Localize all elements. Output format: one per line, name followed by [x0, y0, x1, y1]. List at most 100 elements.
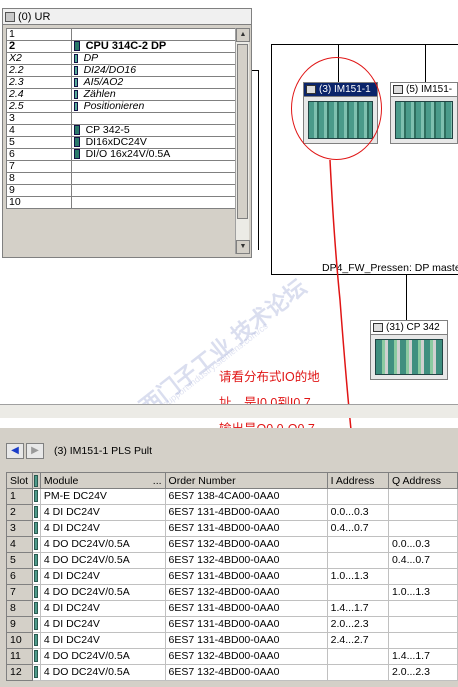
io-i-address[interactable]: 1.4...1.7 — [327, 600, 389, 617]
scroll-down-icon[interactable]: ▼ — [236, 240, 250, 254]
io-module-name[interactable]: 4 DI DC24V — [40, 632, 166, 649]
col-module[interactable]: Module... — [39, 472, 166, 489]
rack-row[interactable]: 1 — [6, 28, 239, 41]
scroll-thumb[interactable] — [237, 44, 248, 219]
io-module-name[interactable]: 4 DI DC24V — [40, 600, 166, 617]
rack-row[interactable]: 10 — [6, 196, 239, 209]
io-q-address[interactable] — [388, 488, 458, 505]
io-order-number[interactable]: 6ES7 131-4BD00-0AA0 — [165, 568, 328, 585]
rack-row[interactable]: 3 — [6, 112, 239, 125]
rack-row[interactable]: 9 — [6, 184, 239, 197]
io-q-address[interactable]: 0.0...0.3 — [388, 536, 458, 553]
io-q-address[interactable] — [388, 504, 458, 521]
io-table-row[interactable]: 11 4 DO DC24V/0.5A 6ES7 132-4BD00-0AA0 1.4.… — [6, 648, 458, 665]
io-i-address[interactable] — [327, 488, 389, 505]
io-q-address[interactable] — [388, 520, 458, 537]
col-slot[interactable]: Slot — [6, 472, 33, 489]
rack-row[interactable]: 5 DI16xDC24V — [6, 136, 239, 149]
rack-module-cell[interactable]: DI16xDC24V — [70, 136, 239, 149]
rack-row[interactable]: 6 DI/O 16x24V/0.5A — [6, 148, 239, 161]
network-hscrollbar[interactable] — [0, 404, 458, 418]
io-i-address[interactable] — [327, 552, 389, 569]
rack-module-cell[interactable]: DI24/DO16 — [70, 64, 239, 77]
rack-module-cell[interactable]: DP — [70, 52, 239, 65]
io-i-address[interactable] — [327, 664, 389, 681]
col-icon[interactable] — [31, 472, 41, 489]
io-order-number[interactable]: 6ES7 131-4BD00-0AA0 — [165, 520, 328, 537]
io-table-row[interactable]: 12 4 DO DC24V/0.5A 6ES7 132-4BD00-0AA0 2.0.… — [6, 664, 458, 681]
rack-module-cell[interactable] — [70, 184, 239, 197]
rack-module-cell[interactable]: CP 342-5 — [70, 124, 239, 137]
io-table-row[interactable]: 8 4 DI DC24V 6ES7 131-4BD00-0AA0 1.4...1.7 — [6, 600, 458, 617]
io-order-number[interactable]: 6ES7 132-4BD00-0AA0 — [165, 584, 328, 601]
io-order-number[interactable]: 6ES7 131-4BD00-0AA0 — [165, 600, 328, 617]
io-module-name[interactable]: 4 DI DC24V — [40, 504, 166, 521]
io-q-address[interactable]: 1.0...1.3 — [388, 584, 458, 601]
rack-module-cell[interactable] — [70, 160, 239, 173]
rack-row[interactable]: 2 CPU 314C-2 DP — [6, 40, 239, 53]
io-q-address[interactable] — [388, 632, 458, 649]
io-table-row[interactable]: 5 4 DO DC24V/0.5A 6ES7 132-4BD00-0AA0 0.4..… — [6, 552, 458, 569]
io-order-number[interactable]: 6ES7 132-4BD00-0AA0 — [165, 536, 328, 553]
io-i-address[interactable] — [327, 648, 389, 665]
io-i-address[interactable]: 0.4...0.7 — [327, 520, 389, 537]
io-table-row[interactable]: 1 PM-E DC24V 6ES7 138-4CA00-0AA0 — [6, 488, 458, 505]
io-order-number[interactable]: 6ES7 138-4CA00-0AA0 — [165, 488, 328, 505]
io-i-address[interactable]: 1.0...1.3 — [327, 568, 389, 585]
io-i-address[interactable] — [327, 536, 389, 553]
io-order-number[interactable]: 6ES7 132-4BD00-0AA0 — [165, 664, 328, 681]
rack-row[interactable]: 2.4 Zählen — [6, 88, 239, 101]
rack-scrollbar[interactable]: ▲ ▼ — [235, 28, 250, 254]
rack-window[interactable]: (0) UR 1 2 CPU 314C-2 DP X2 DP 2.2 DI24/DO16 2.… — [2, 8, 252, 258]
io-table-row[interactable]: 10 4 DI DC24V 6ES7 131-4BD00-0AA0 2.4...2.7 — [6, 632, 458, 649]
rack-module-cell[interactable]: CPU 314C-2 DP — [70, 40, 239, 53]
io-order-number[interactable]: 6ES7 131-4BD00-0AA0 — [165, 504, 328, 521]
io-q-address[interactable]: 0.4...0.7 — [388, 552, 458, 569]
io-q-address[interactable]: 2.0...2.3 — [388, 664, 458, 681]
io-table-row[interactable]: 4 4 DO DC24V/0.5A 6ES7 132-4BD00-0AA0 0.0..… — [6, 536, 458, 553]
io-order-number[interactable]: 6ES7 131-4BD00-0AA0 — [165, 632, 328, 649]
forward-arrow-icon[interactable]: ▶ — [26, 443, 44, 459]
io-module-name[interactable]: 4 DI DC24V — [40, 616, 166, 633]
rack-row[interactable]: 4 CP 342-5 — [6, 124, 239, 137]
scroll-up-icon[interactable]: ▲ — [236, 28, 250, 42]
io-q-address[interactable] — [388, 568, 458, 585]
io-i-address[interactable]: 2.0...2.3 — [327, 616, 389, 633]
rack-module-cell[interactable] — [70, 112, 239, 125]
rack-row[interactable]: X2 DP — [6, 52, 239, 65]
io-table-row[interactable]: 3 4 DI DC24V 6ES7 131-4BD00-0AA0 0.4...0.7 — [6, 520, 458, 537]
io-module-name[interactable]: 4 DO DC24V/0.5A — [40, 664, 166, 681]
io-i-address[interactable]: 2.4...2.7 — [327, 632, 389, 649]
io-table-row[interactable]: 6 4 DI DC24V 6ES7 131-4BD00-0AA0 1.0...1.3 — [6, 568, 458, 585]
io-i-address[interactable]: 0.0...0.3 — [327, 504, 389, 521]
rack-row[interactable]: 7 — [6, 160, 239, 173]
io-order-number[interactable]: 6ES7 132-4BD00-0AA0 — [165, 648, 328, 665]
io-q-address[interactable] — [388, 600, 458, 617]
io-module-name[interactable]: 4 DI DC24V — [40, 520, 166, 537]
rack-module-cell[interactable]: Positionieren — [70, 100, 239, 113]
io-module-name[interactable]: 4 DO DC24V/0.5A — [40, 584, 166, 601]
col-q-address[interactable]: Q Address — [387, 472, 458, 489]
rack-title-bar[interactable]: (0) UR — [3, 9, 251, 25]
io-table-row[interactable]: 7 4 DO DC24V/0.5A 6ES7 132-4BD00-0AA0 1.0..… — [6, 584, 458, 601]
col-i-address[interactable]: I Address — [326, 472, 389, 489]
rack-row[interactable]: 2.3 AI5/AO2 — [6, 76, 239, 89]
rack-row[interactable]: 2.2 DI24/DO16 — [6, 64, 239, 77]
rack-module-cell[interactable] — [70, 28, 239, 41]
io-module-name[interactable]: 4 DO DC24V/0.5A — [40, 536, 166, 553]
rack-module-cell[interactable] — [70, 196, 239, 209]
rack-row[interactable]: 8 — [6, 172, 239, 185]
col-order-number[interactable]: Order Number — [164, 472, 328, 489]
io-order-number[interactable]: 6ES7 132-4BD00-0AA0 — [165, 552, 328, 569]
station-im151-5[interactable]: (5) IM151- — [390, 82, 458, 144]
io-module-name[interactable]: 4 DI DC24V — [40, 568, 166, 585]
io-q-address[interactable]: 1.4...1.7 — [388, 648, 458, 665]
rack-module-cell[interactable]: Zählen — [70, 88, 239, 101]
back-arrow-icon[interactable]: ◀ — [6, 443, 24, 459]
station-cp342[interactable]: (31) CP 342 — [370, 320, 448, 380]
io-module-name[interactable]: PM-E DC24V — [40, 488, 166, 505]
rack-module-cell[interactable] — [70, 172, 239, 185]
io-order-number[interactable]: 6ES7 131-4BD00-0AA0 — [165, 616, 328, 633]
io-table-row[interactable]: 9 4 DI DC24V 6ES7 131-4BD00-0AA0 2.0...2.3 — [6, 616, 458, 633]
io-q-address[interactable] — [388, 616, 458, 633]
